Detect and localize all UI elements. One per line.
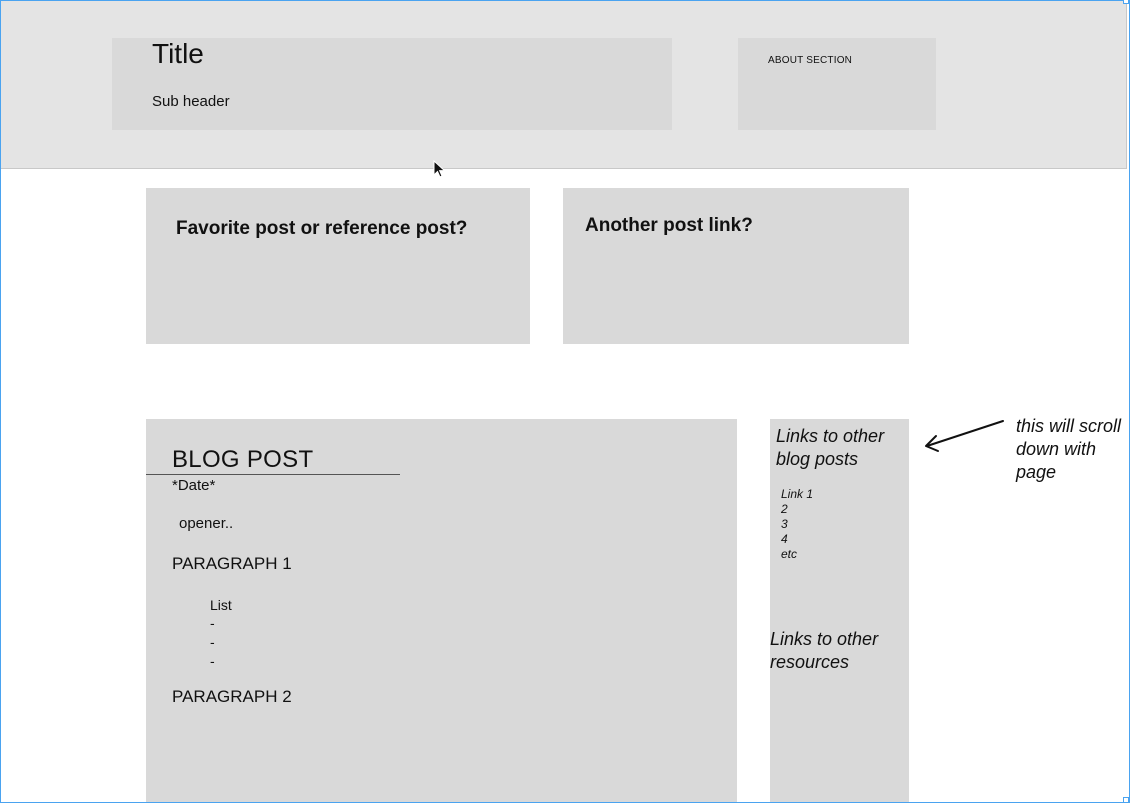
favorite-post-title: Favorite post or reference post?	[176, 218, 468, 239]
annotation-arrow-icon	[925, 420, 1004, 452]
blog-list-item: -	[210, 615, 215, 631]
blog-post-panel: BLOG POST *Date* opener.. PARAGRAPH 1 Li…	[146, 419, 737, 803]
about-section[interactable]: ABOUT SECTION	[738, 38, 936, 130]
blog-post-opener: opener..	[179, 515, 234, 532]
another-post-card[interactable]: Another post link?	[563, 188, 909, 344]
blog-post-date: *Date*	[172, 477, 216, 494]
wireframe-canvas: Title Sub header ABOUT SECTION Favorite …	[0, 0, 1130, 803]
page-subheader: Sub header	[152, 93, 230, 110]
sidebar-link[interactable]: 4	[781, 532, 788, 547]
blog-title-underline	[146, 474, 400, 475]
blog-list-item: -	[210, 634, 215, 650]
about-section-label: ABOUT SECTION	[768, 55, 853, 66]
blog-list-item: -	[210, 653, 215, 669]
blog-post-title: BLOG POST	[172, 446, 314, 473]
title-block: Title Sub header	[112, 38, 672, 130]
blog-paragraph-1: PARAGRAPH 1	[172, 554, 292, 573]
sidebar-link[interactable]: Link 1	[781, 487, 813, 502]
sidebar-link[interactable]: etc	[781, 547, 797, 562]
frame-resize-handle[interactable]	[1123, 0, 1129, 4]
blog-links-heading: Links to other blog posts	[776, 426, 885, 469]
mouse-cursor-icon	[433, 160, 446, 178]
page-header: Title Sub header ABOUT SECTION	[0, 0, 1127, 169]
page-title: Title	[152, 38, 204, 69]
blog-list-label: List	[210, 597, 232, 613]
blog-paragraph-2: PARAGRAPH 2	[172, 687, 292, 706]
resources-links-heading: Links to other resources	[770, 629, 879, 672]
another-post-title: Another post link?	[585, 215, 753, 236]
sidebar-link[interactable]: 2	[781, 502, 788, 517]
sidebar-links-panel: Links to other blog posts Link 1 2 3 4 e…	[770, 419, 909, 803]
sidebar-link[interactable]: 3	[781, 517, 788, 532]
frame-resize-handle[interactable]	[1123, 797, 1129, 803]
scroll-annotation-note: this will scroll down with page	[1016, 416, 1122, 482]
favorite-post-card[interactable]: Favorite post or reference post?	[146, 188, 530, 344]
